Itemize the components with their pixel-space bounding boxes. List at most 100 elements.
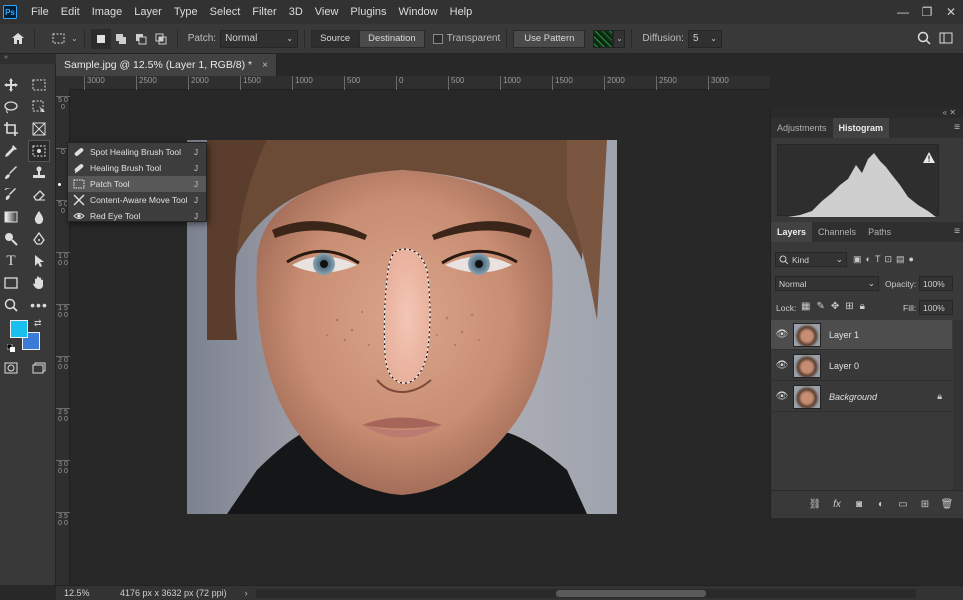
screen-mode-icon[interactable] (30, 359, 48, 377)
document-tab[interactable]: Sample.jpg @ 12.5% (Layer 1, RGB/8) * × (56, 54, 277, 76)
link-layers-icon[interactable]: ⛓︎ (804, 499, 826, 510)
move-tool-icon[interactable] (2, 76, 20, 94)
menu-3d[interactable]: 3D (283, 0, 309, 24)
group-folder-icon[interactable]: ▭ (892, 499, 914, 510)
lock-all-icon[interactable]: 🔒︎ (860, 301, 865, 312)
menu-image[interactable]: Image (86, 0, 129, 24)
dodge-tool-icon[interactable] (2, 230, 20, 248)
intersect-selection-icon[interactable] (151, 29, 171, 49)
fill-field[interactable]: 100% (919, 300, 953, 315)
more-tools-icon[interactable]: ••• (30, 296, 48, 314)
blend-mode-select[interactable]: Normal ⌄ (775, 276, 879, 291)
layer-row-background[interactable]: 👁︎ Background 🔒︎ (771, 382, 952, 412)
menu-window[interactable]: Window (393, 0, 444, 24)
add-selection-icon[interactable] (111, 29, 131, 49)
lock-position-icon[interactable]: ✥ (831, 301, 839, 312)
type-tool-icon[interactable]: T (2, 252, 20, 270)
pattern-swatch[interactable] (593, 29, 614, 48)
tab-layers[interactable]: Layers (771, 222, 813, 242)
visibility-eye-icon[interactable]: 👁︎ (771, 329, 793, 340)
menu-layer[interactable]: Layer (128, 0, 168, 24)
blur-tool-icon[interactable] (30, 208, 48, 226)
adjustment-layer-icon[interactable]: ◐ (870, 499, 892, 510)
gradient-tool-icon[interactable] (2, 208, 20, 226)
tab-channels[interactable]: Channels (812, 222, 862, 242)
filter-kind-select[interactable]: Kind ⌄ (775, 252, 847, 267)
status-arrow-icon[interactable]: › (245, 588, 248, 598)
pen-tool-icon[interactable] (30, 230, 48, 248)
menu-plugins[interactable]: Plugins (344, 0, 392, 24)
patch-mode-select[interactable]: Normal ⌄ (220, 29, 299, 48)
rectangle-tool-icon[interactable] (2, 274, 20, 292)
destination-button[interactable]: Destination (359, 29, 425, 48)
menu-help[interactable]: Help (444, 0, 479, 24)
layer-row-layer-0[interactable]: 👁︎ Layer 0 (771, 351, 952, 381)
visibility-eye-icon[interactable]: 👁︎ (771, 360, 793, 371)
healing-brush-item[interactable]: Healing Brush Tool J (68, 160, 206, 176)
source-button[interactable]: Source (311, 29, 360, 48)
lasso-tool-icon[interactable] (2, 98, 20, 116)
zoom-tool-icon[interactable] (2, 296, 20, 314)
layers-scrollbar[interactable] (953, 320, 963, 490)
patch-tool-item[interactable]: Patch Tool J (58, 176, 206, 192)
tab-histogram[interactable]: Histogram (832, 118, 890, 138)
menu-file[interactable]: File (25, 0, 55, 24)
adjustment-filter-icon[interactable]: ◐ (866, 254, 871, 265)
chevron-down-icon[interactable]: ⌄ (71, 34, 78, 43)
patch-tool-preset-icon[interactable] (49, 29, 69, 49)
menu-view[interactable]: View (309, 0, 345, 24)
panel-collapse[interactable]: « ✕ (771, 108, 963, 118)
panel-menu-icon[interactable]: ≡ (954, 226, 960, 237)
layer-row-layer-1[interactable]: 👁︎ Layer 1 (771, 320, 952, 350)
smart-object-filter-icon[interactable]: ▤ (896, 254, 905, 265)
lock-image-icon[interactable]: ✎ (816, 301, 824, 312)
warning-icon[interactable] (923, 152, 935, 166)
lock-artboard-icon[interactable]: ⊞ (845, 301, 853, 312)
default-colors-icon[interactable] (6, 343, 15, 355)
close-window-button[interactable]: ✕ (939, 5, 963, 19)
search-icon[interactable] (917, 31, 931, 48)
tab-adjustments[interactable]: Adjustments (771, 118, 833, 138)
clone-stamp-icon[interactable] (30, 164, 48, 182)
workspace-icon[interactable] (939, 32, 953, 47)
hand-tool-icon[interactable] (30, 274, 48, 292)
crop-tool-icon[interactable] (2, 120, 20, 138)
horizontal-scroll-thumb[interactable] (556, 590, 706, 597)
swap-colors-icon[interactable]: ⇄ (34, 318, 42, 329)
spot-healing-brush-item[interactable]: Spot Healing Brush Tool J (68, 144, 206, 160)
fx-icon[interactable]: fx (826, 499, 848, 510)
use-pattern-button[interactable]: Use Pattern (513, 29, 586, 48)
marquee-tool-icon[interactable] (30, 76, 48, 94)
foreground-color-swatch[interactable] (10, 320, 28, 338)
shape-filter-icon[interactable]: ⊡ (884, 254, 892, 265)
lock-transparent-icon[interactable]: ▦ (801, 301, 810, 312)
trash-icon[interactable]: 🗑︎ (936, 499, 958, 510)
opacity-field[interactable]: 100% (919, 276, 953, 291)
toolbar-collapse[interactable]: » (0, 54, 56, 64)
diffusion-select[interactable]: 5 ⌄ (687, 29, 722, 48)
image-filter-icon[interactable]: ▣ (853, 254, 862, 265)
panel-menu-icon[interactable]: ≡ (954, 122, 960, 133)
quick-mask-icon[interactable] (2, 359, 20, 377)
eyedropper-tool-icon[interactable] (2, 142, 20, 160)
subtract-selection-icon[interactable] (131, 29, 151, 49)
portrait-photo[interactable] (187, 140, 617, 514)
menu-edit[interactable]: Edit (55, 0, 86, 24)
type-filter-icon[interactable]: T (875, 254, 881, 265)
menu-type[interactable]: Type (168, 0, 204, 24)
patch-tool-icon[interactable] (28, 140, 50, 162)
frame-tool-icon[interactable] (30, 120, 48, 138)
new-layer-icon[interactable]: ⊞ (914, 499, 936, 510)
restore-button[interactable]: ❐ (915, 5, 939, 19)
tab-paths[interactable]: Paths (862, 222, 897, 242)
transparent-checkbox[interactable] (432, 33, 443, 44)
eraser-tool-icon[interactable] (30, 186, 48, 204)
visibility-eye-icon[interactable]: 👁︎ (771, 391, 793, 402)
content-aware-move-item[interactable]: Content-Aware Move Tool J (68, 192, 206, 208)
filter-toggle-icon[interactable]: ● (909, 254, 914, 265)
zoom-level[interactable]: 12.5% (64, 588, 114, 598)
object-selection-icon[interactable] (30, 98, 48, 116)
pattern-dropdown[interactable]: ⌄ (613, 29, 626, 48)
home-icon[interactable] (8, 29, 28, 49)
minimize-button[interactable]: — (891, 5, 915, 19)
